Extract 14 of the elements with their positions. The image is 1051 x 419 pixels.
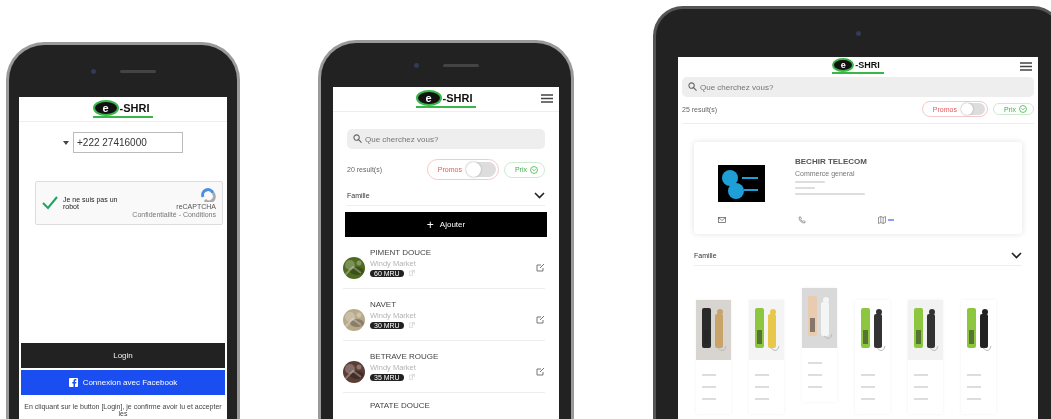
- search-field[interactable]: Que cherchez vous?: [347, 129, 545, 149]
- product-name: NAVET: [370, 299, 398, 309]
- product-name: PIMENT DOUCE: [370, 247, 433, 257]
- add-button[interactable]: + Ajouter: [345, 212, 547, 237]
- search-field[interactable]: Que cherchez vous?: [682, 77, 1034, 97]
- logo: e -SHRI: [415, 90, 477, 108]
- facebook-button[interactable]: Connexion avec Facebook: [21, 370, 225, 395]
- login-button[interactable]: Login: [21, 343, 225, 368]
- logo: e -SHRI: [832, 58, 884, 74]
- phone-field[interactable]: +222 27416000: [73, 132, 183, 153]
- product-name: BETRAVE ROUGE: [370, 351, 440, 361]
- store-name: BECHIR TELECOM: [795, 157, 867, 166]
- product-name: PATATE DOUCE: [370, 401, 431, 410]
- logo: e -SHRI: [92, 100, 154, 118]
